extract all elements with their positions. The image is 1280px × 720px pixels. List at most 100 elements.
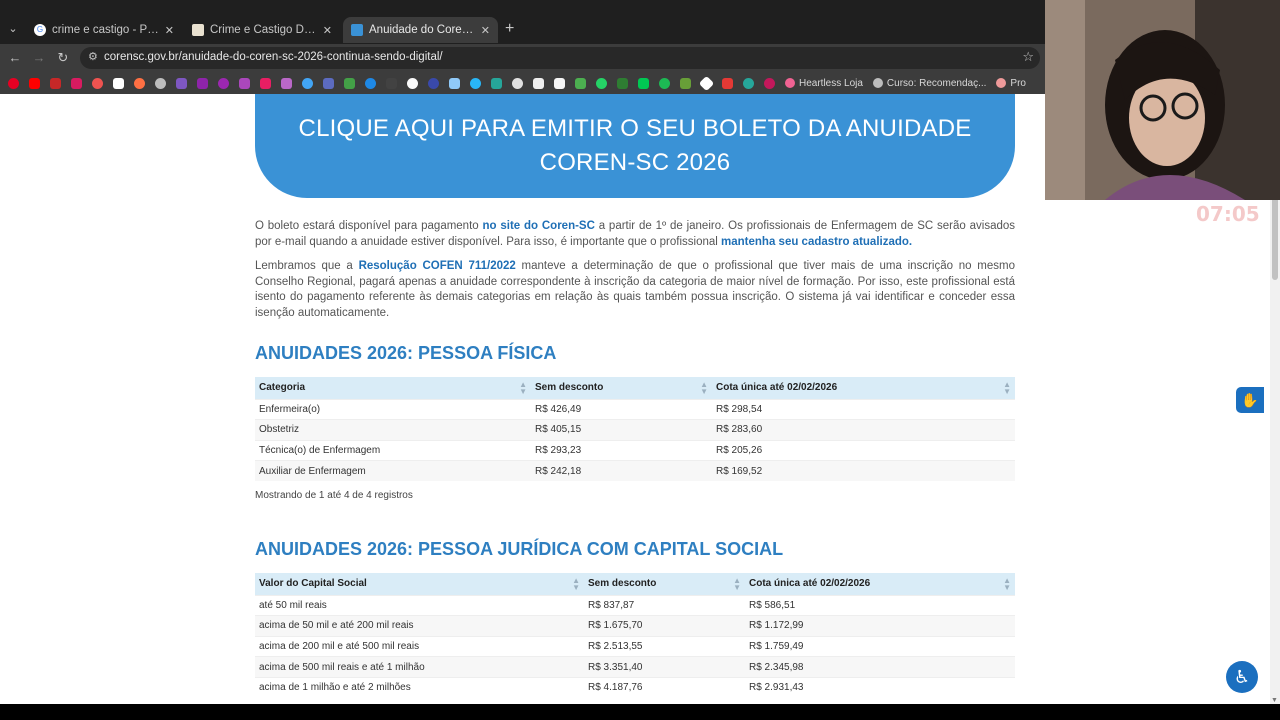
- accessibility-icon[interactable]: ♿: [1226, 661, 1258, 693]
- cell: até 50 mil reais: [255, 594, 584, 616]
- bottom-bar: [0, 704, 1280, 720]
- column-header-categoria[interactable]: Categoria ▲ ▼: [255, 377, 531, 399]
- column-header-cota-unica[interactable]: Cota única até 02/02/2026 ▲ ▼: [712, 377, 1015, 399]
- bookmark-icon[interactable]: [92, 77, 103, 89]
- bookmark-icon[interactable]: [155, 77, 166, 89]
- bookmark-icon[interactable]: [638, 77, 649, 89]
- bookmark-icon[interactable]: [218, 77, 229, 89]
- bookmark-icon[interactable]: [176, 77, 187, 89]
- close-tab-icon[interactable]: ✕: [481, 24, 490, 37]
- column-header-sem-desconto[interactable]: Sem desconto ▲ ▼: [531, 377, 712, 399]
- cell: R$ 4.187,76: [584, 676, 745, 698]
- back-arrow-icon[interactable]: ←: [6, 49, 24, 67]
- table-row: acima de 1 milhão e até 2 milhões R$ 4.18…: [255, 676, 1015, 698]
- close-tab-icon[interactable]: ✕: [165, 24, 174, 37]
- webcam-person-image: [1045, 0, 1280, 200]
- bookmarks-bar: Heartless Loja Curso: Recomendaç... Pro: [0, 72, 1045, 94]
- tab-google-search[interactable]: G crime e castigo - Pesquisa Goo ✕: [26, 18, 182, 42]
- cell: acima de 50 mil e até 200 mil reais: [255, 615, 584, 637]
- bookmark-icon[interactable]: [134, 77, 145, 89]
- cell: R$ 3.351,40: [584, 656, 745, 678]
- bookmark-label: Heartless Loja: [799, 77, 863, 89]
- column-header-sem-desconto[interactable]: Sem desconto ▲ ▼: [584, 573, 745, 595]
- webcam-overlay: [1045, 0, 1280, 200]
- bookmark-heartless-loja[interactable]: Heartless Loja: [785, 78, 863, 89]
- new-tab-plus-icon[interactable]: +: [505, 20, 514, 38]
- bookmark-icon[interactable]: [323, 77, 334, 89]
- cell: R$ 205,26: [712, 439, 1015, 461]
- column-header-capital-social[interactable]: Valor do Capital Social ▲ ▼: [255, 573, 584, 595]
- bookmark-icon[interactable]: [281, 77, 292, 89]
- header-label: Sem desconto: [535, 382, 604, 394]
- bookmark-icon[interactable]: [449, 77, 460, 89]
- column-header-cota-unica[interactable]: Cota única até 02/02/2026 ▲ ▼: [745, 573, 1015, 595]
- sort-icon: ▲ ▼: [572, 576, 580, 592]
- bookmark-icon[interactable]: [365, 77, 376, 89]
- tab-search-chevron-icon[interactable]: ⌄: [4, 20, 22, 38]
- scroll-down-arrow-icon[interactable]: ▼: [1271, 697, 1278, 704]
- bookmark-icon[interactable]: [680, 77, 691, 89]
- twitch-bookmark-icon[interactable]: [197, 77, 208, 89]
- bookmark-icon[interactable]: [386, 77, 397, 89]
- page-favicon-icon: [192, 24, 204, 36]
- table-row: acima de 500 mil reais e até 1 milhão R$ …: [255, 656, 1015, 678]
- bookmark-icon[interactable]: [491, 77, 502, 89]
- section-title-pessoa-fisica: ANUIDADES 2026: PESSOA FÍSICA: [255, 343, 557, 363]
- bookmark-icon[interactable]: [722, 77, 733, 89]
- site-info-icon[interactable]: ⚙: [88, 50, 98, 63]
- bookmark-curso[interactable]: Curso: Recomendaç...: [872, 78, 986, 89]
- cell: R$ 2.931,43: [745, 676, 1015, 698]
- screen: ⌄ G crime e castigo - Pesquisa Goo ✕ Cri…: [0, 0, 1280, 720]
- bookmark-icon[interactable]: [344, 77, 355, 89]
- coren-site-link[interactable]: no site do Coren-SC: [483, 220, 595, 232]
- bookmark-icon[interactable]: [554, 77, 565, 89]
- bookmark-icon[interactable]: [50, 77, 61, 89]
- table-row: Auxiliar de Enfermagem R$ 242,18 R$ 169,52: [255, 460, 1015, 482]
- spotify-bookmark-icon[interactable]: [659, 77, 670, 89]
- bookmark-icon[interactable]: [428, 77, 439, 89]
- bookmark-pro[interactable]: Pro: [996, 78, 1026, 89]
- bookmark-icon[interactable]: [302, 77, 313, 89]
- bookmark-icon[interactable]: [743, 77, 754, 89]
- address-bar[interactable]: ⚙ corensc.gov.br/anuidade-do-coren-sc-20…: [80, 47, 1040, 69]
- forward-arrow-icon[interactable]: →: [30, 49, 48, 67]
- tab-anuidade-coren[interactable]: Anuidade do Coren-SC 2026 c ✕: [343, 17, 498, 43]
- bookmark-icon[interactable]: [113, 77, 124, 89]
- tab-title: crime e castigo - Pesquisa Goo: [52, 24, 159, 36]
- close-tab-icon[interactable]: ✕: [323, 24, 332, 37]
- table-row: Técnica(o) de Enfermagem R$ 293,23 R$ 205,…: [255, 439, 1015, 461]
- cell: R$ 586,51: [745, 594, 1015, 616]
- bookmark-icon[interactable]: [764, 77, 775, 89]
- sign-language-hands-icon[interactable]: ✋: [1236, 387, 1264, 413]
- pinterest-bookmark-icon[interactable]: [8, 77, 19, 89]
- table-row: acima de 50 mil e até 200 mil reais R$ 1.…: [255, 615, 1015, 637]
- emit-boleto-button[interactable]: CLIQUE AQUI PARA EMITIR O SEU BOLETO DA …: [255, 94, 1015, 198]
- bookmark-icon[interactable]: [575, 77, 586, 89]
- bookmark-icon[interactable]: [239, 77, 250, 89]
- text: Lembramos que a: [255, 260, 359, 272]
- tab-crime-e-castigo[interactable]: Crime e Castigo Dostoiévski Ta ✕: [184, 18, 340, 42]
- bookmark-icon[interactable]: [617, 77, 628, 89]
- heart-icon: [785, 78, 795, 88]
- bookmark-icon[interactable]: [260, 77, 271, 89]
- bookmark-icon[interactable]: [71, 77, 82, 89]
- cell: Técnica(o) de Enfermagem: [255, 439, 531, 461]
- youtube-bookmark-icon[interactable]: [29, 77, 40, 89]
- google-icon: G: [34, 24, 46, 36]
- bookmark-icon[interactable]: [698, 75, 715, 91]
- cell: Auxiliar de Enfermagem: [255, 460, 531, 482]
- bookmark-icon[interactable]: [407, 77, 418, 89]
- resolucao-cofen-link[interactable]: Resolução COFEN 711/2022: [359, 260, 516, 272]
- table-header-row: Valor do Capital Social ▲ ▼ Sem desconto ▲ ▼…: [255, 573, 1015, 595]
- bookmark-icon[interactable]: [512, 77, 523, 89]
- reload-icon[interactable]: ↻: [54, 49, 72, 67]
- telegram-bookmark-icon[interactable]: [470, 77, 481, 89]
- bookmark-star-icon[interactable]: ☆: [1022, 49, 1034, 65]
- bookmark-label: Pro: [1010, 77, 1026, 89]
- cadastro-link[interactable]: mantenha seu cadastro atualizado.: [721, 236, 912, 248]
- whatsapp-bookmark-icon[interactable]: [596, 77, 607, 89]
- url-text[interactable]: corensc.gov.br/anuidade-do-coren-sc-2026…: [104, 51, 443, 63]
- table-pessoa-juridica: Valor do Capital Social ▲ ▼ Sem desconto ▲ ▼…: [255, 573, 1015, 698]
- text: O boleto estará disponível para pagament…: [255, 220, 483, 232]
- bookmark-icon[interactable]: [533, 77, 544, 89]
